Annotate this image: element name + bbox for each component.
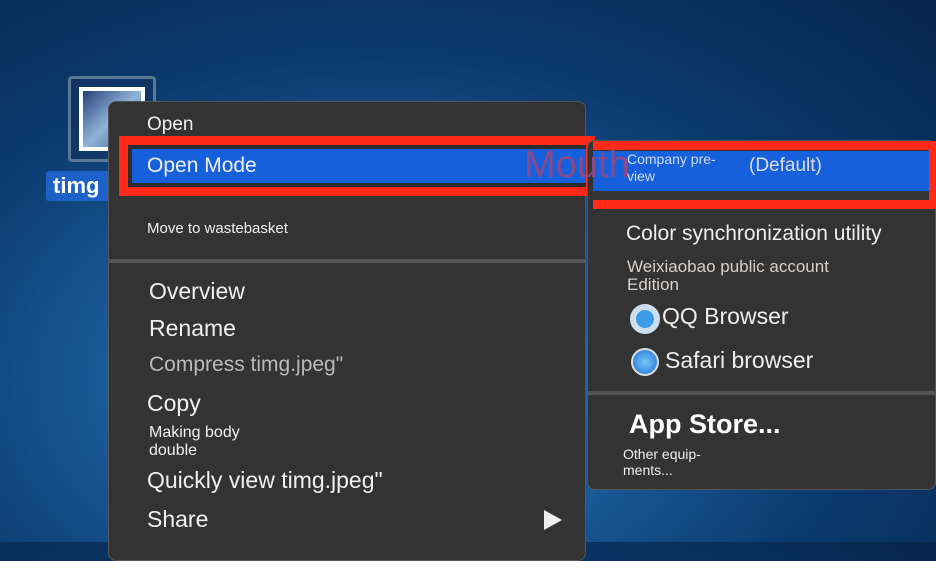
submenu-item-safari[interactable]: Safari browser <box>665 347 813 374</box>
menu-item-compress[interactable]: Compress timg.jpeg" <box>149 353 343 377</box>
file-label[interactable]: timg <box>46 171 116 201</box>
menu-item-quick-look[interactable]: Quickly view timg.jpeg" <box>147 467 383 494</box>
submenu-item-weixiaobao[interactable]: Weixiaobao public account Edition <box>627 258 867 294</box>
menu-item-make-alias[interactable]: Making body double <box>149 424 259 460</box>
menu-item-overview[interactable]: Overview <box>149 278 245 305</box>
overlay-text: Mouth <box>524 144 630 186</box>
menu-item-rename[interactable]: Rename <box>149 315 236 342</box>
submenu-item-other[interactable]: Other equip-ments... <box>623 446 718 478</box>
menu-item-share[interactable]: Share <box>147 506 208 533</box>
open-with-submenu: Company pre-view (Default) Color synchro… <box>587 140 936 490</box>
default-tag: (Default) <box>749 155 822 176</box>
submenu-item-qq-browser[interactable]: QQ Browser <box>662 303 789 330</box>
menu-item-open[interactable]: Open <box>147 114 193 136</box>
menu-item-open-mode-label: Open Mode <box>147 154 257 177</box>
submenu-arrow-icon <box>544 510 562 530</box>
submenu-item-app-store[interactable]: App Store... <box>629 409 781 440</box>
menu-item-move-to-wastebasket[interactable]: Move to wastebasket <box>147 220 288 237</box>
menu-item-copy[interactable]: Copy <box>147 390 201 417</box>
qq-browser-icon <box>630 304 660 334</box>
submenu-item-color-sync[interactable]: Color synchronization utility <box>626 222 882 246</box>
safari-icon <box>631 348 659 376</box>
separator <box>588 391 935 395</box>
context-menu: Open Open Mode Move to wastebasket Overv… <box>108 101 595 561</box>
default-app-name: Company pre-view <box>627 151 716 184</box>
separator <box>109 259 585 263</box>
